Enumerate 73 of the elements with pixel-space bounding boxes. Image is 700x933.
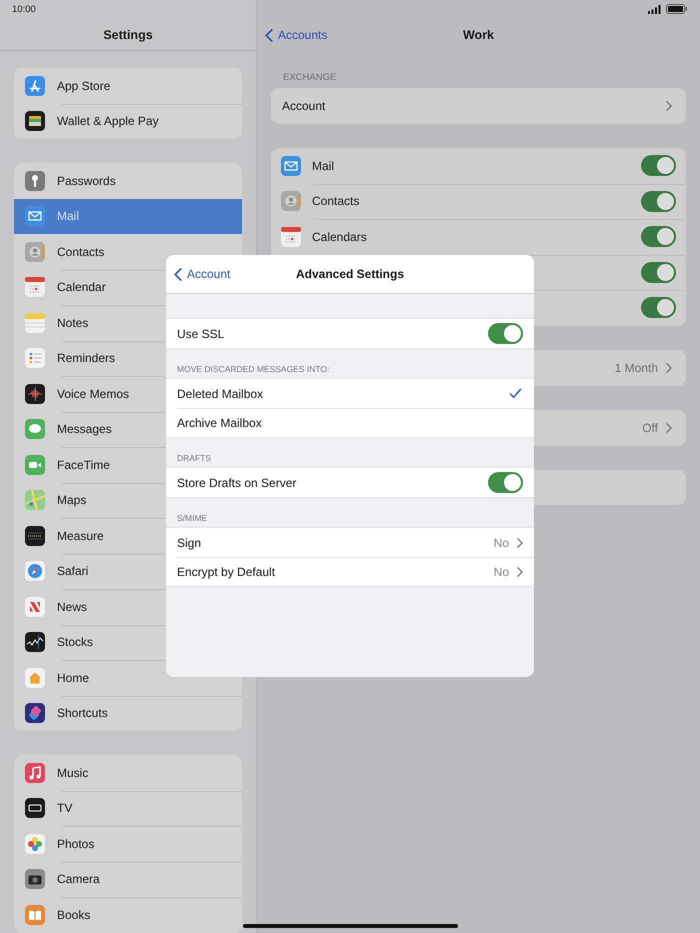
sheet-title: Advanced Settings: [296, 267, 404, 281]
sync-label: Calendars: [312, 230, 367, 244]
toggle-switch[interactable]: [488, 323, 523, 344]
ruler-icon: [25, 526, 45, 546]
toggle-switch[interactable]: [641, 190, 676, 212]
sidebar-item[interactable]: Wallet & Apple Pay: [14, 104, 242, 139]
toggle-switch[interactable]: [641, 155, 676, 176]
sidebar-item[interactable]: Passwords: [14, 163, 242, 198]
sidebar-title: Settings: [103, 28, 153, 42]
video-camera-icon: [25, 454, 45, 475]
toggle-switch[interactable]: [641, 262, 676, 283]
chevron-icon: [666, 362, 672, 372]
chevron-icon: [666, 422, 672, 432]
checklist-icon: [25, 348, 45, 368]
setting-value: No: [494, 564, 509, 578]
section-header: MOVE DISCARDED MESSAGES INTO:: [176, 363, 330, 376]
camera-icon: [25, 869, 45, 890]
account-row[interactable]: Account: [271, 88, 686, 124]
section-header: S/MIME: [176, 512, 208, 525]
news-icon: [25, 596, 45, 617]
flower-icon: [25, 834, 45, 854]
sidebar-item[interactable]: Photos: [14, 826, 242, 862]
battery-icon: [666, 4, 688, 14]
contact-card-icon: [25, 242, 45, 262]
sidebar-item[interactable]: Shortcuts: [14, 696, 242, 731]
setting-value: No: [494, 536, 509, 550]
page-title: Work: [462, 28, 494, 42]
mailbox-option[interactable]: Archive Mailbox: [177, 416, 523, 430]
notepad-icon: [25, 312, 45, 333]
calendar-icon: [25, 277, 45, 298]
section-header: EXCHANGE: [283, 72, 338, 83]
sync-label: Mail: [312, 158, 334, 173]
compass-icon: [25, 561, 45, 582]
signal-icon: [648, 4, 661, 14]
back-button[interactable]: Accounts: [265, 28, 328, 42]
sync-label: Contacts: [312, 194, 360, 208]
speech-bubble-icon: [25, 419, 45, 440]
back-button[interactable]: Account: [174, 267, 230, 281]
chevron-icon: [517, 566, 523, 576]
tv-icon: [25, 798, 45, 818]
layered-squares-icon: [25, 703, 45, 724]
chevron-left-icon: [174, 268, 182, 280]
status-time: 10:00: [12, 4, 36, 14]
envelope-icon: [281, 156, 301, 176]
house-icon: [25, 668, 45, 688]
waveform-icon: [25, 384, 45, 404]
setting-label: Store Drafts on Server: [177, 476, 298, 490]
sidebar-item[interactable]: Camera: [14, 862, 242, 897]
sidebar-item[interactable]: Music: [14, 755, 242, 790]
envelope-icon: [25, 206, 45, 226]
toggle-switch[interactable]: [641, 297, 676, 318]
chevron-icon: [666, 101, 672, 111]
key-icon: [25, 170, 45, 191]
book-icon: [25, 904, 45, 925]
section-header: DRAFTS: [176, 452, 212, 465]
chevron-icon: [517, 538, 523, 548]
sidebar-item[interactable]: TV: [14, 790, 242, 826]
sidebar-item[interactable]: Books: [14, 897, 242, 932]
setting-label: Encrypt by Default: [177, 564, 276, 578]
chevron-left-icon: [265, 28, 273, 42]
setting-label: Sign: [177, 536, 202, 550]
contact-card-icon: [281, 191, 301, 212]
toggle-switch[interactable]: [488, 472, 523, 493]
stock-chart-icon: [25, 632, 45, 652]
sidebar-item[interactable]: App Store: [14, 68, 242, 104]
mailbox-option[interactable]: Deleted Mailbox: [177, 386, 501, 400]
setting-label: Use SSL: [177, 326, 226, 340]
calendar-icon: [281, 226, 301, 247]
music-note-icon: [25, 762, 45, 783]
toggle-switch[interactable]: [641, 226, 676, 248]
triangle-a-icon: [25, 76, 45, 96]
wallet-icon: [25, 111, 45, 132]
map-icon: [25, 490, 45, 510]
